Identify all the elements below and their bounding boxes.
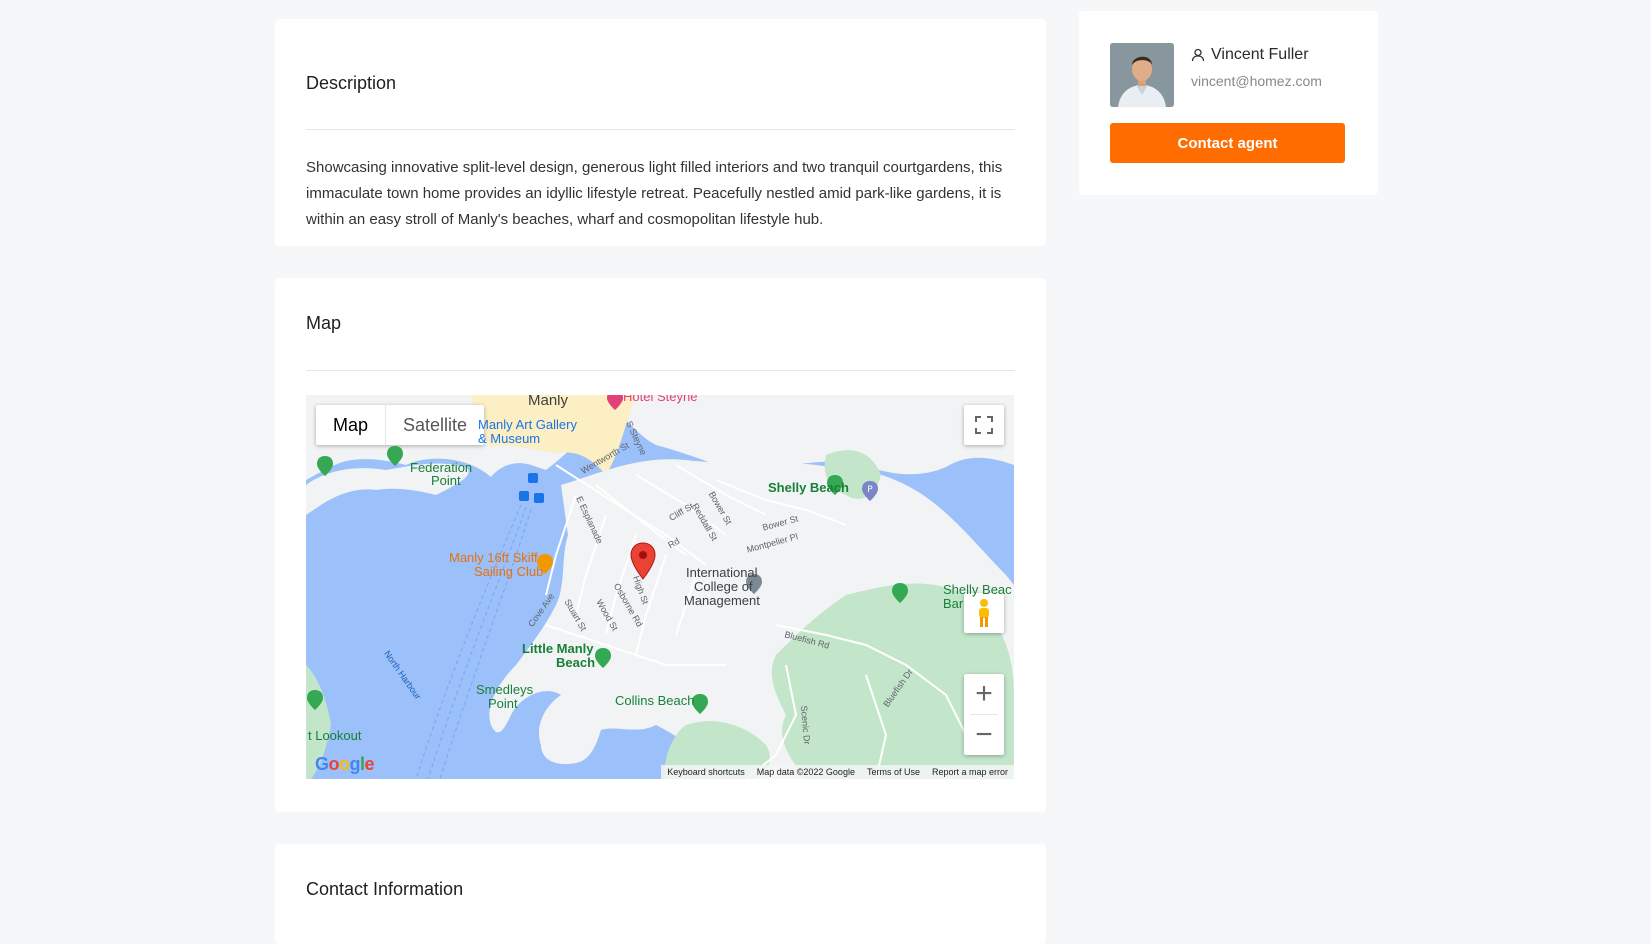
map-label: & Museum <box>478 431 541 446</box>
park-marker-icon <box>307 690 323 710</box>
fullscreen-button[interactable] <box>964 405 1004 445</box>
bus-stop-icon <box>534 493 544 503</box>
map-footer: Keyboard shortcuts Map data ©2022 Google… <box>661 765 1014 779</box>
zoom-control: + − <box>964 674 1004 755</box>
zoom-out-button[interactable]: − <box>964 715 1004 755</box>
map-label: Collins Beach <box>615 693 695 708</box>
divider <box>306 370 1015 371</box>
park-marker-icon <box>892 583 908 603</box>
bus-stop-icon <box>528 473 538 483</box>
user-icon <box>1191 48 1205 62</box>
map-label: Hotel Steyne <box>623 395 698 404</box>
hotel-marker-icon <box>607 395 623 410</box>
google-logo: Google <box>315 754 375 774</box>
map-label: Manly Art Gallery <box>478 417 577 432</box>
map-data-text: Map data ©2022 Google <box>756 767 855 777</box>
description-title: Description <box>306 73 397 93</box>
map-label: Little Manly <box>522 641 594 656</box>
map-label: Bar <box>943 596 964 611</box>
contact-card: Contact Information <box>275 844 1046 944</box>
keyboard-shortcuts-link[interactable]: Keyboard shortcuts <box>667 767 745 777</box>
contact-title: Contact Information <box>306 879 464 899</box>
map-type-map-button[interactable]: Map <box>316 405 385 445</box>
map-label: Management <box>684 593 760 608</box>
park-marker-icon <box>595 648 611 668</box>
map-view[interactable]: Map Satellite + − P Manly Hotel Steyne M… <box>306 395 1014 779</box>
terms-link[interactable]: Terms of Use <box>867 767 920 777</box>
map-label: Shelly Beac <box>943 582 1012 597</box>
map-label: Beach <box>556 655 596 670</box>
park-marker-icon <box>317 456 333 476</box>
map-label: Manly 16ft Skiff <box>449 550 538 565</box>
map-label: Point <box>488 696 518 711</box>
map-label: Shelly Beach <box>768 480 849 495</box>
agent-email: vincent@homez.com <box>1191 73 1322 89</box>
map-label: Manly <box>528 395 569 409</box>
report-error-link[interactable]: Report a map error <box>932 767 1008 777</box>
agent-card: Vincent Fuller vincent@homez.com Contact… <box>1079 11 1378 195</box>
avatar <box>1110 43 1174 107</box>
map-label: t Lookout <box>308 728 362 743</box>
agent-name: Vincent Fuller <box>1211 46 1309 63</box>
location-pin-icon[interactable] <box>630 542 656 580</box>
description-card: Description Showcasing innovative split-… <box>275 19 1046 246</box>
pegman-icon <box>979 599 989 627</box>
agent-photo <box>1110 43 1174 107</box>
street-view-button[interactable] <box>964 593 1004 633</box>
zoom-in-button[interactable]: + <box>964 674 1004 714</box>
bus-stop-icon <box>519 491 529 501</box>
map-card: Map Map Satellite + − P Manly Hotel Stey… <box>275 278 1046 812</box>
map-label: Smedleys <box>476 682 534 697</box>
fullscreen-icon <box>975 416 993 434</box>
park-marker-icon <box>387 446 403 466</box>
contact-agent-button[interactable]: Contact agent <box>1110 123 1345 163</box>
map-title: Map <box>306 313 342 333</box>
description-text: Showcasing innovative split-level design… <box>306 159 1003 228</box>
map-label: Sailing Club <box>474 564 544 579</box>
map-label: International <box>686 565 758 580</box>
map-type-control: Map Satellite <box>316 405 485 445</box>
parking-marker-icon: P <box>862 481 878 501</box>
map-label: Point <box>431 473 461 488</box>
map-type-satellite-button[interactable]: Satellite <box>385 405 484 445</box>
map-label: College of <box>694 579 753 594</box>
divider <box>306 129 1015 130</box>
agent-name-row: Vincent Fuller <box>1191 46 1309 64</box>
svg-text:P: P <box>867 485 873 495</box>
